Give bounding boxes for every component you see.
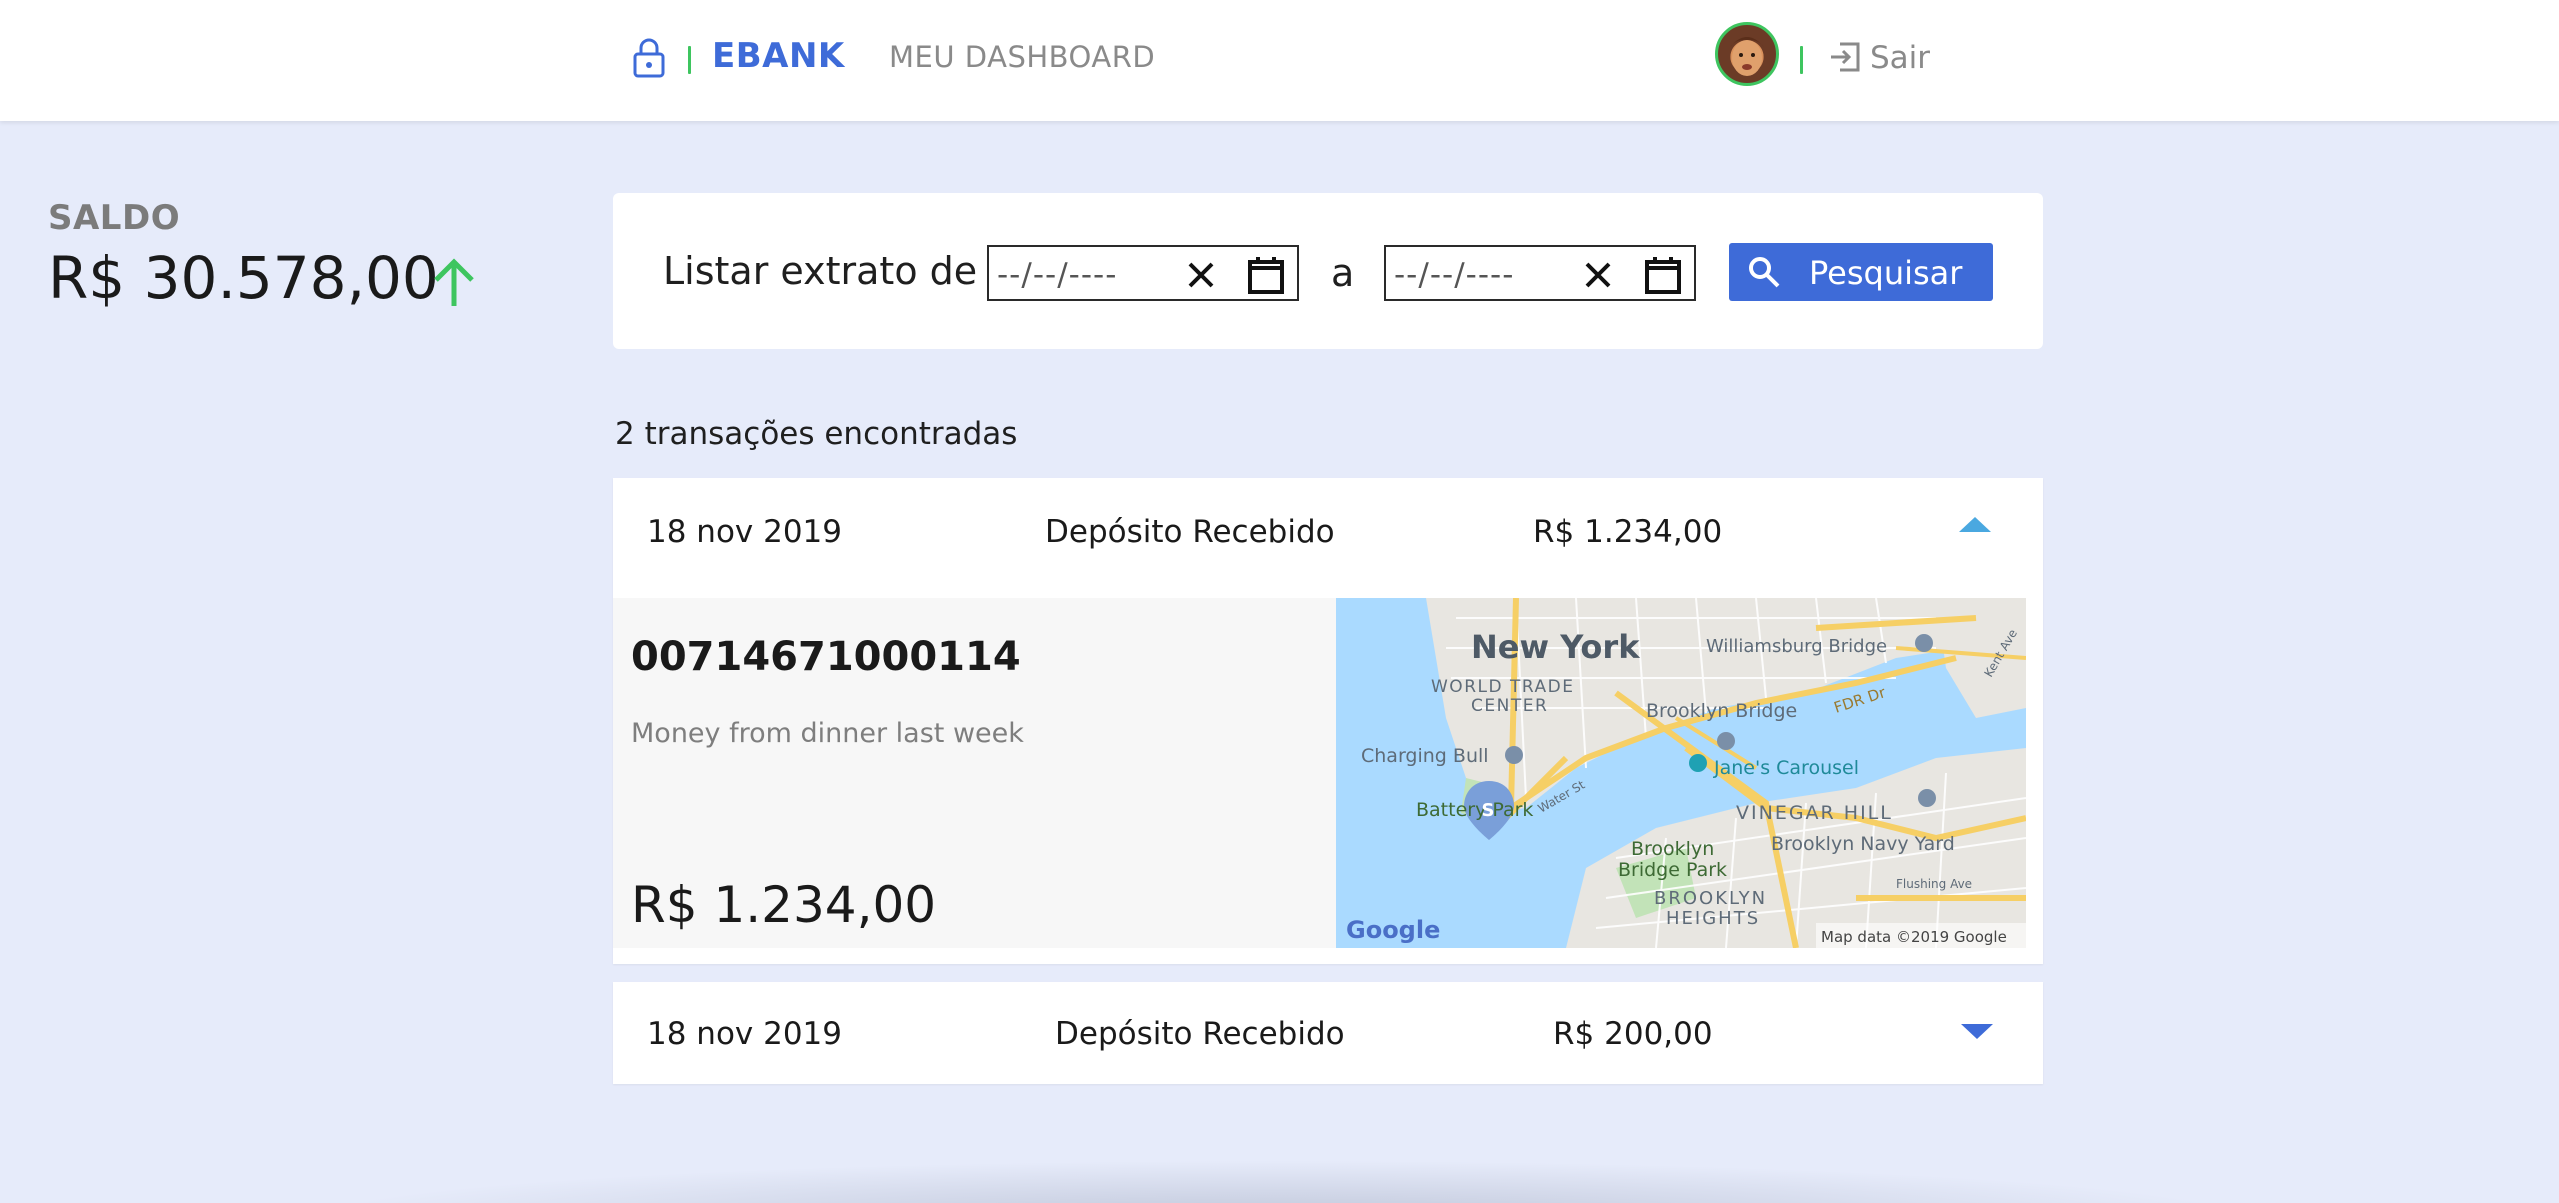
map-label-wtc-1: WORLD TRADE (1431, 677, 1574, 697)
top-navbar: EBANK MEU DASHBOARD Sair (0, 0, 2559, 121)
calendar-icon[interactable] (1247, 255, 1285, 295)
lock-icon (633, 38, 665, 78)
nav-dashboard-link[interactable]: MEU DASHBOARD (889, 40, 1155, 74)
search-icon (1749, 257, 1780, 288)
logout-icon[interactable] (1828, 40, 1862, 74)
map-label-battery-park: Battery Park (1416, 799, 1533, 821)
map-label-janes-carousel: Jane's Carousel (1713, 757, 1859, 779)
map-label-brooklyn-bridge: Brooklyn Bridge (1646, 700, 1797, 722)
statement-filter-card: Listar extrato de --/--/---- a --/--/---… (613, 193, 2043, 349)
map-label-flushing: Flushing Ave (1896, 877, 1972, 891)
balance-value: R$ 30.578,00 (48, 244, 439, 312)
logout-separator (1800, 46, 1803, 74)
search-button[interactable]: Pesquisar (1729, 243, 1993, 301)
results-count: 2 transações encontradas (615, 416, 1018, 452)
date-from-input[interactable]: --/--/---- (987, 245, 1299, 301)
transaction-card: 18 nov 2019 Depósito Recebido R$ 1.234,0… (613, 478, 2043, 964)
transaction-card: 18 nov 2019 Depósito Recebido R$ 200,00 (613, 982, 2043, 1084)
chevron-up-icon[interactable] (1957, 514, 1993, 534)
map-label-wtc-2: CENTER (1471, 696, 1548, 716)
transaction-amount: R$ 1.234,00 (1533, 514, 1723, 550)
balance-label: SALDO (48, 198, 181, 238)
date-to-placeholder: --/--/---- (1394, 257, 1515, 293)
avatar[interactable] (1715, 22, 1779, 86)
transaction-id: 00714671000114 (631, 634, 1021, 680)
map-label-heights-1: BROOKLYN (1654, 888, 1767, 909)
calendar-icon[interactable] (1644, 255, 1682, 295)
clear-icon[interactable] (1582, 259, 1614, 291)
map-marker-letter: S (1482, 800, 1495, 821)
transaction-note: Money from dinner last week (631, 718, 1024, 749)
transaction-description: Depósito Recebido (1055, 1016, 1345, 1052)
google-logo: Google (1346, 916, 1440, 944)
date-to-input[interactable]: --/--/---- (1384, 245, 1696, 301)
transaction-row[interactable]: 18 nov 2019 Depósito Recebido R$ 200,00 (613, 982, 2043, 1084)
date-range-separator: a (1331, 251, 1355, 295)
map-label-heights-2: HEIGHTS (1666, 908, 1760, 929)
map-canvas: New York WORLD TRADE CENTER Williamsburg… (1336, 598, 2026, 948)
arrow-up-icon (434, 258, 474, 306)
map-label-bb-park-1: Brooklyn (1631, 838, 1714, 860)
logout-link[interactable]: Sair (1870, 40, 1930, 76)
map-label-charging-bull: Charging Bull (1361, 745, 1489, 767)
map-label-bb-park-2: Bridge Park (1618, 859, 1727, 881)
transaction-detail: 00714671000114 Money from dinner last we… (613, 598, 1336, 948)
transaction-date: 18 nov 2019 (647, 1016, 843, 1052)
transaction-location-map[interactable]: New York WORLD TRADE CENTER Williamsburg… (1336, 598, 2026, 948)
map-label-city: New York (1471, 628, 1640, 666)
transaction-description: Depósito Recebido (1045, 514, 1335, 550)
map-label-vinegar-hill: VINEGAR HILL (1736, 802, 1893, 824)
brand-logo[interactable]: EBANK (712, 36, 845, 76)
transaction-date: 18 nov 2019 (647, 514, 843, 550)
date-from-placeholder: --/--/---- (997, 257, 1118, 293)
transaction-detail-amount: R$ 1.234,00 (631, 876, 937, 934)
clear-icon[interactable] (1185, 259, 1217, 291)
map-label-williamsburg: Williamsburg Bridge (1706, 636, 1887, 657)
transaction-amount: R$ 200,00 (1553, 1016, 1713, 1052)
filter-label: Listar extrato de (663, 249, 978, 293)
map-attribution: Map data ©2019 Google (1821, 928, 2007, 946)
search-button-label: Pesquisar (1809, 254, 1963, 292)
bottom-shadow (300, 1160, 2260, 1203)
avatar-face-icon (1730, 37, 1764, 76)
transaction-row[interactable]: 18 nov 2019 Depósito Recebido R$ 1.234,0… (613, 478, 2043, 598)
brand-separator (688, 46, 691, 74)
chevron-down-icon[interactable] (1959, 1022, 1995, 1042)
map-label-navy-yard: Brooklyn Navy Yard (1771, 833, 1955, 855)
